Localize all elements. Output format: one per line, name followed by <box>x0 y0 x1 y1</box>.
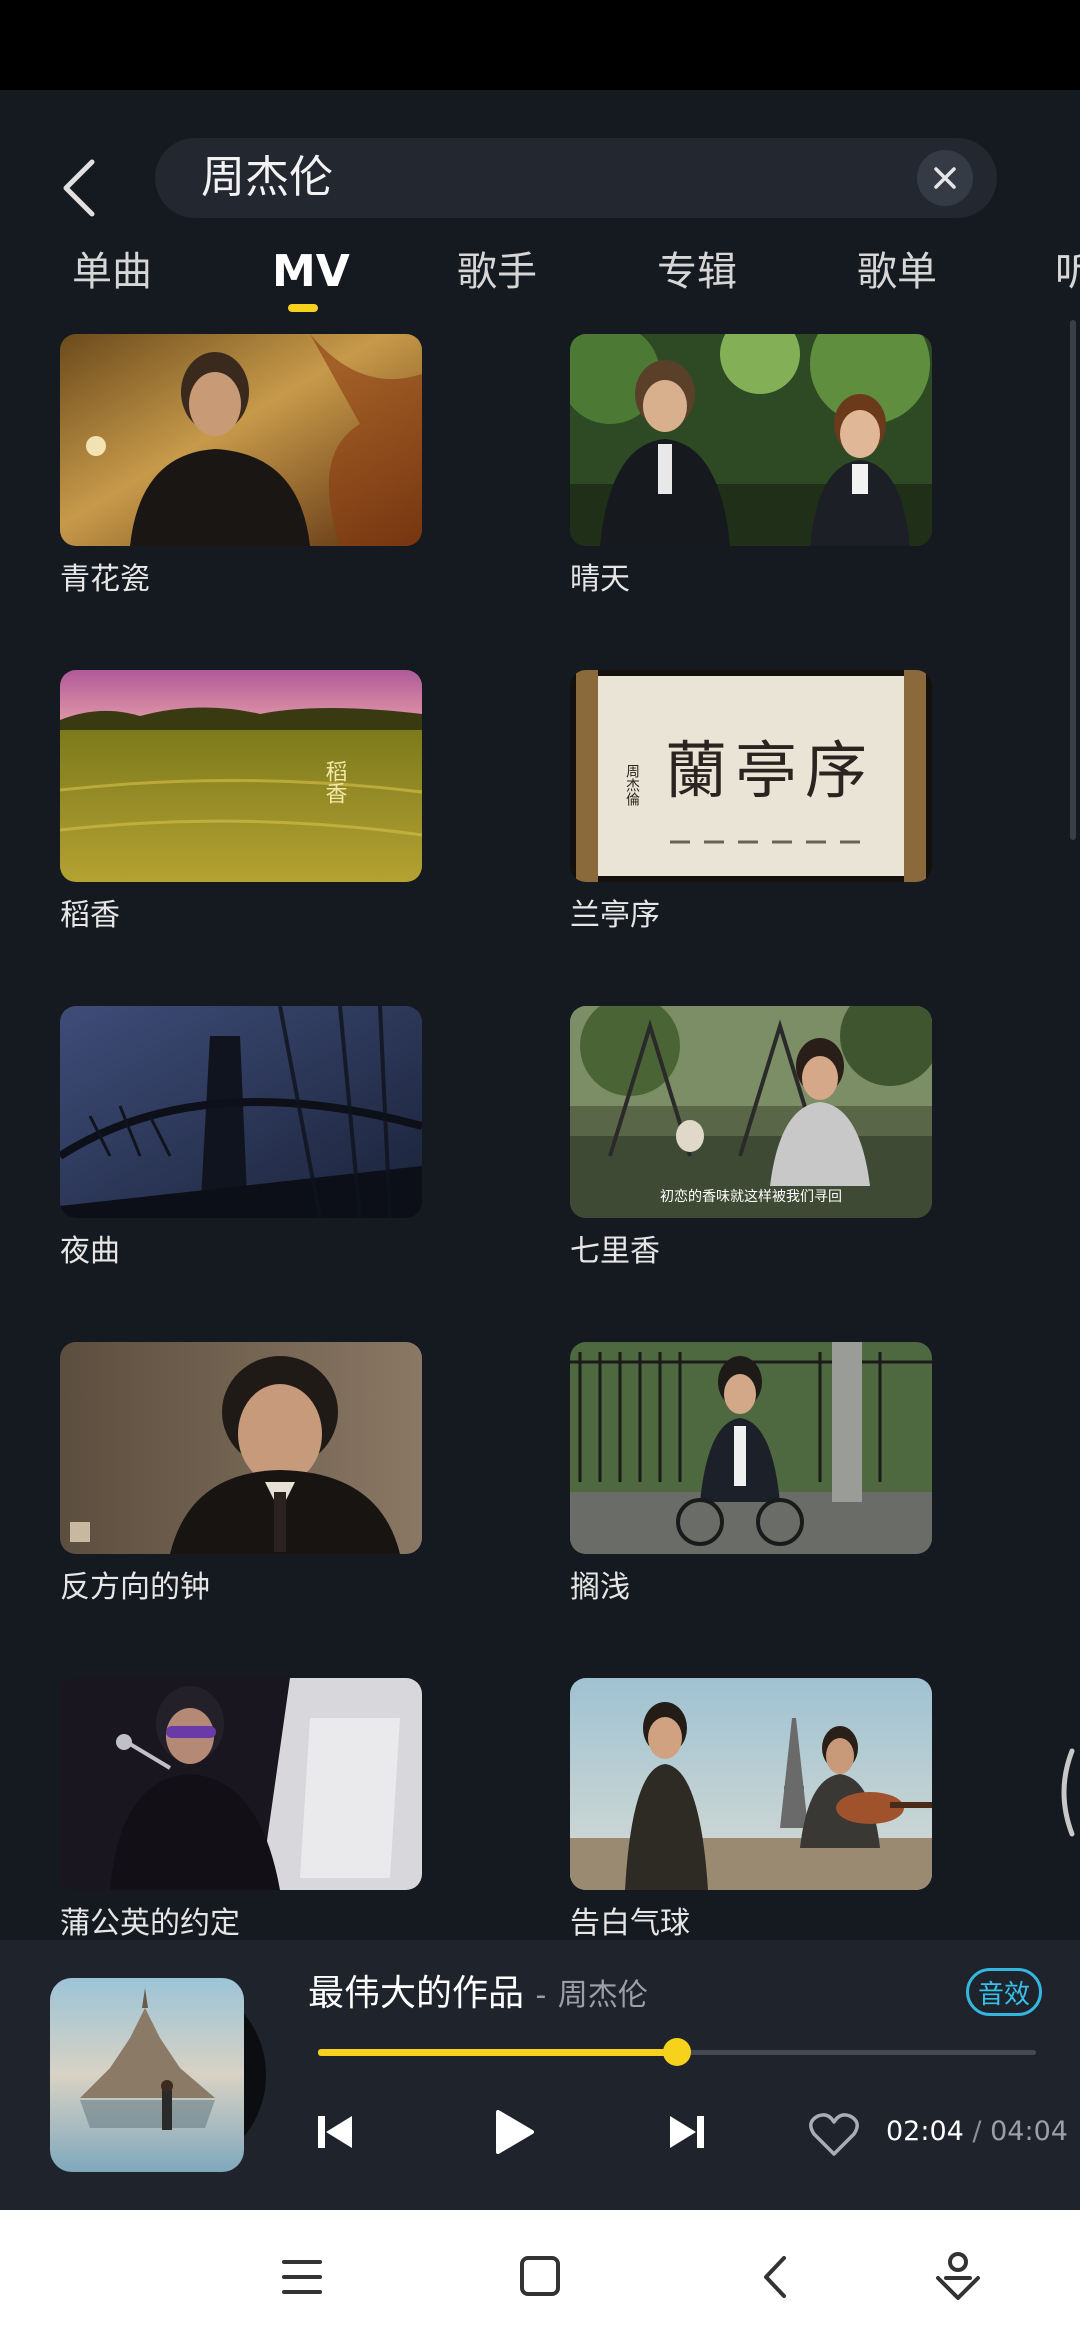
search-query: 周杰伦 <box>201 152 333 203</box>
mv-thumbnail[interactable]: 初恋的香味就这样被我们寻回 <box>570 1006 932 1218</box>
play-icon <box>496 2110 534 2154</box>
mv-thumbnail-image: 蘭亭序 周杰倫 <box>570 670 932 882</box>
play-button[interactable] <box>482 2102 542 2162</box>
time-current: 02:04 <box>886 2116 964 2147</box>
mv-card[interactable]: 夜曲 <box>60 1006 422 1306</box>
mv-thumbnail-image <box>60 334 422 546</box>
mv-overlay-text: 蘭亭序 <box>665 734 875 807</box>
chevron-left-icon <box>63 159 95 217</box>
progress-slider[interactable] <box>318 2038 1036 2066</box>
song-artist: 周杰伦 <box>557 1978 648 2013</box>
mv-title: 兰亭序 <box>570 898 660 933</box>
category-tabs: 单曲 MV 歌手 专辑 歌单 听 <box>0 240 1080 320</box>
progress-fill <box>318 2049 677 2056</box>
album-cover[interactable] <box>50 1978 244 2172</box>
time-total: 04:04 <box>990 2116 1068 2147</box>
progress-knob[interactable] <box>663 2038 691 2066</box>
mv-card[interactable]: 搁浅 <box>570 1342 932 1642</box>
playback-time: 02:04 / 04:04 <box>886 2112 1068 2152</box>
album-cover-image <box>50 1978 244 2172</box>
nav-menu-button[interactable] <box>272 2250 332 2304</box>
mv-title: 反方向的钟 <box>60 1570 210 1605</box>
mv-overlay-text: 稻香 <box>322 760 348 804</box>
mv-title: 七里香 <box>570 1234 660 1269</box>
mv-thumbnail[interactable] <box>570 1678 932 1890</box>
sound-effect-button[interactable]: 音效 <box>966 1968 1042 2016</box>
favorite-button[interactable] <box>808 2112 860 2158</box>
mv-thumbnail[interactable]: 蘭亭序 周杰倫 <box>570 670 932 882</box>
search-input[interactable]: 周杰伦 <box>155 138 997 218</box>
skip-previous-icon <box>318 2116 352 2148</box>
mv-thumbnail[interactable] <box>60 1678 422 1890</box>
mv-thumbnail-image: 稻香 <box>60 670 422 882</box>
mv-thumbnail[interactable] <box>60 1006 422 1218</box>
tab-artists[interactable]: 歌手 <box>457 244 537 300</box>
mv-title: 稻香 <box>60 898 120 933</box>
skip-next-icon <box>670 2116 704 2148</box>
mv-title: 晴天 <box>570 562 630 597</box>
mv-card[interactable]: 反方向的钟 <box>60 1342 422 1642</box>
close-icon <box>934 167 956 189</box>
tab-mv[interactable]: MV <box>272 244 350 300</box>
time-separator: / <box>972 2116 982 2147</box>
heart-outline-icon <box>809 2113 859 2156</box>
menu-icon <box>282 2260 322 2294</box>
scrollbar[interactable] <box>1070 320 1076 840</box>
song-name: 最伟大的作品 <box>308 1973 525 2014</box>
clear-search-button[interactable] <box>917 150 973 206</box>
search-header: 周杰伦 <box>0 90 1080 240</box>
mv-card[interactable]: 蒲公英的约定 <box>60 1678 422 1940</box>
mv-overlay-subtext: 周杰倫 <box>624 764 640 807</box>
back-button[interactable] <box>50 148 110 228</box>
mv-title: 夜曲 <box>60 1234 120 1269</box>
mv-thumbnail-image <box>60 1678 422 1890</box>
nav-home-button[interactable] <box>510 2250 570 2304</box>
active-tab-indicator <box>288 304 318 312</box>
mv-card[interactable]: 青花瓷 <box>60 334 422 634</box>
mv-thumbnail-image <box>570 334 932 546</box>
mv-overlay-text: 初恋的香味就这样被我们寻回 <box>660 1188 842 1205</box>
mv-card[interactable]: 初恋的香味就这样被我们寻回 七里香 <box>570 1006 932 1306</box>
next-button[interactable] <box>656 2102 716 2162</box>
mv-thumbnail[interactable] <box>570 1342 932 1554</box>
mv-thumbnail-image: 初恋的香味就这样被我们寻回 <box>570 1006 932 1218</box>
tab-listen[interactable]: 听 <box>1055 244 1080 300</box>
mv-card[interactable]: 告白气球 <box>570 1678 932 1940</box>
mv-thumbnail-image <box>570 1678 932 1890</box>
now-playing-title[interactable]: 最伟大的作品 - 周杰伦 <box>308 1970 648 2020</box>
mv-title: 青花瓷 <box>60 562 150 597</box>
mv-title: 告白气球 <box>570 1906 690 1940</box>
drawer-handle-icon <box>1061 1748 1075 1837</box>
mv-card[interactable]: 稻香 稻香 <box>60 670 422 970</box>
tab-playlists[interactable]: 歌单 <box>857 244 937 300</box>
status-bar <box>0 0 1080 90</box>
previous-button[interactable] <box>306 2102 366 2162</box>
mv-thumbnail[interactable] <box>60 334 422 546</box>
mv-thumbnail[interactable]: 稻香 <box>60 670 422 882</box>
nav-assistant-button[interactable] <box>928 2250 988 2304</box>
mv-card[interactable]: 蘭亭序 周杰倫 兰亭序 <box>570 670 932 970</box>
mv-title: 蒲公英的约定 <box>60 1906 240 1940</box>
back-icon <box>764 2256 786 2298</box>
mini-player[interactable]: 最伟大的作品 - 周杰伦 音效 02:04 / 04:04 <box>0 1940 1080 2210</box>
system-navigation-bar <box>0 2210 1080 2340</box>
tab-songs[interactable]: 单曲 <box>72 244 152 300</box>
square-icon <box>520 2256 560 2296</box>
mv-thumbnail[interactable] <box>60 1342 422 1554</box>
tab-albums[interactable]: 专辑 <box>657 244 737 300</box>
mv-card[interactable]: 晴天 <box>570 334 932 634</box>
nav-back-button[interactable] <box>746 2250 806 2304</box>
mv-thumbnail-image <box>60 1006 422 1218</box>
side-drawer-handle[interactable] <box>1050 1745 1080 1840</box>
mv-grid: 青花瓷 晴天 稻香 稻香 蘭亭序 周杰倫 兰亭序 夜曲 初恋的香味就这样被我们寻… <box>0 330 1080 1940</box>
title-separator: - <box>535 1978 547 2013</box>
mv-thumbnail-image <box>570 1342 932 1554</box>
assistant-icon <box>936 2252 980 2300</box>
mv-thumbnail-image <box>60 1342 422 1554</box>
mv-title: 搁浅 <box>570 1570 630 1605</box>
mv-thumbnail[interactable] <box>570 334 932 546</box>
